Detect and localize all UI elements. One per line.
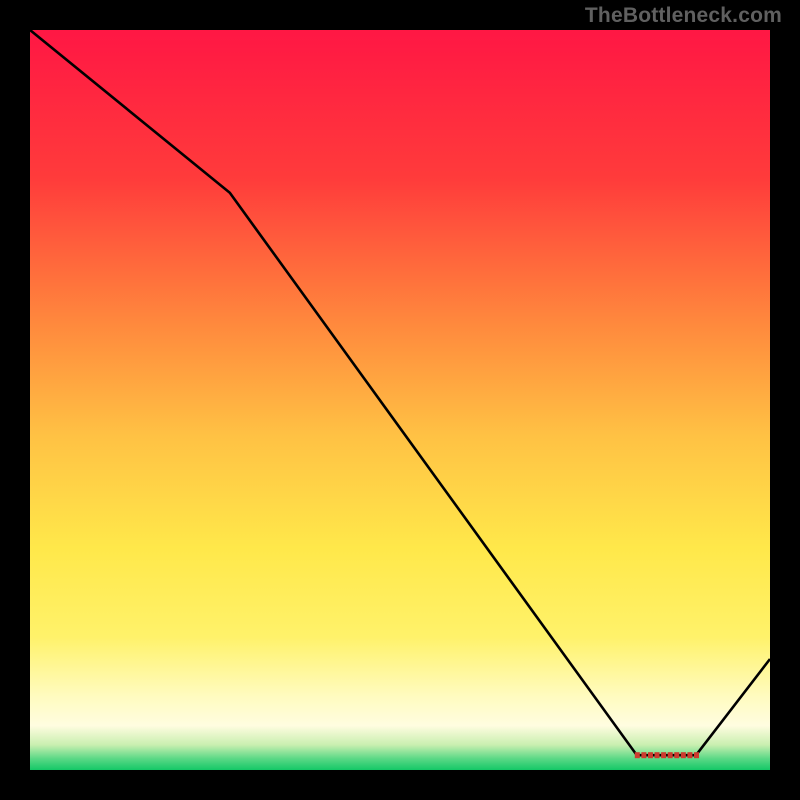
watermark-label: TheBottleneck.com <box>585 4 782 28</box>
bottleneck-chart <box>0 0 800 800</box>
chart-root: TheBottleneck.com <box>0 0 800 800</box>
plot-background <box>30 30 770 770</box>
